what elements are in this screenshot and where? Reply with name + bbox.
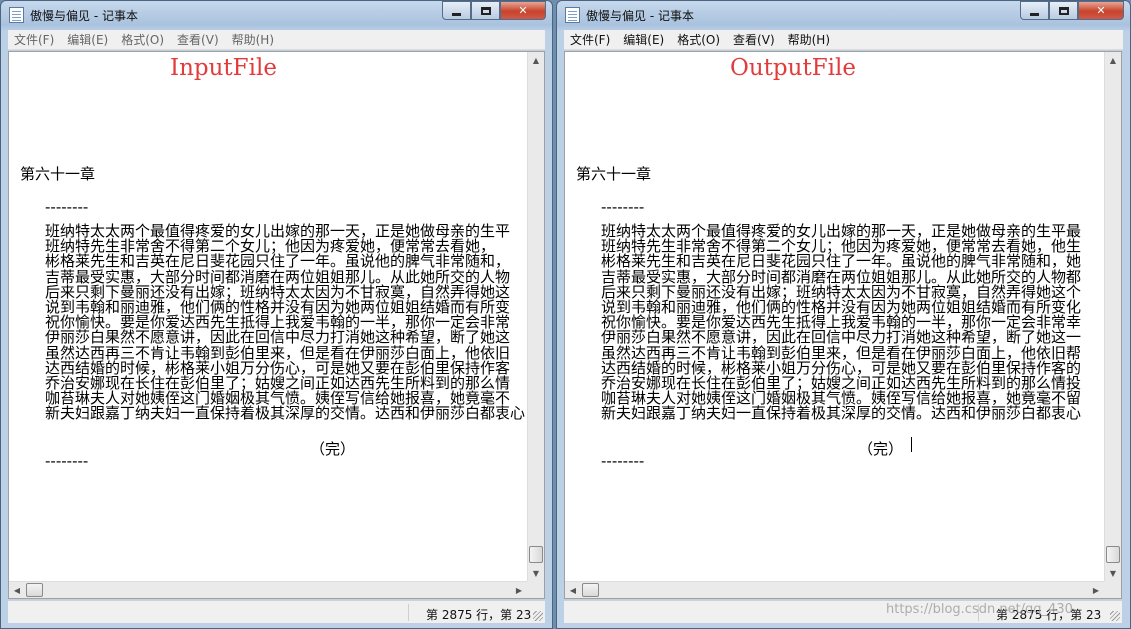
scroll-right-arrow-icon[interactable]: ▶	[511, 582, 527, 598]
paragraph-line: 新夫妇跟嘉丁纳夫妇一直保持着极其深厚的交情。达西和伊丽莎白都衷心	[45, 404, 526, 423]
scroll-corner	[1104, 581, 1121, 598]
rule-bottom: --------	[45, 452, 89, 470]
line-col-status: 第 2875 行，第 23	[426, 608, 532, 622]
input-file-label: InputFile	[170, 55, 277, 81]
title-bar[interactable]: 傲慢与偏见 - 记事本 ✕	[1, 1, 552, 29]
menu-edit[interactable]: 编辑(E)	[623, 31, 664, 48]
menu-bar: 文件(F) 编辑(E) 格式(O) 查看(V) 帮助(H)	[8, 30, 545, 50]
notepad-window-output: 傲慢与偏见 - 记事本 ✕ 文件(F) 编辑(E) 格式(O) 查看(V) 帮助…	[556, 0, 1131, 629]
window-controls: ✕	[442, 1, 546, 20]
scroll-right-arrow-icon[interactable]: ▶	[1088, 582, 1104, 598]
minimize-button[interactable]	[442, 1, 471, 20]
horizontal-scroll-thumb[interactable]	[26, 583, 43, 597]
horizontal-scrollbar[interactable]: ◀ ▶	[565, 581, 1104, 598]
status-separator	[978, 604, 979, 621]
status-separator	[408, 604, 409, 621]
menu-format[interactable]: 格式(O)	[677, 31, 720, 48]
rule-top: --------	[45, 198, 89, 216]
editor-area: OutputFile 第六十一章 -------- 班纳特太太两个最值得疼爱的女…	[564, 51, 1122, 599]
text-caret	[911, 437, 912, 452]
scroll-corner	[527, 581, 544, 598]
maximize-button[interactable]	[471, 1, 500, 20]
menu-view[interactable]: 查看(V)	[733, 31, 775, 48]
vertical-scrollbar[interactable]: ▲ ▼	[527, 52, 544, 581]
close-button[interactable]: ✕	[1078, 1, 1124, 20]
scroll-left-arrow-icon[interactable]: ◀	[9, 582, 25, 598]
rule-top: --------	[601, 198, 645, 216]
output-file-label: OutputFile	[730, 55, 856, 81]
status-bar: 第 2875 行，第 23	[564, 600, 1122, 623]
text-content[interactable]: OutputFile 第六十一章 -------- 班纳特太太两个最值得疼爱的女…	[565, 52, 1104, 581]
editor-area: InputFile 第六十一章 -------- 班纳特太太两个最值得疼爱的女儿…	[8, 51, 545, 599]
title-bar[interactable]: 傲慢与偏见 - 记事本 ✕	[557, 1, 1130, 29]
line-col-status: 第 2875 行，第 23	[996, 608, 1102, 622]
chapter-heading: 第六十一章	[576, 165, 652, 183]
menu-file[interactable]: 文件(F)	[14, 31, 54, 48]
end-mark: （完）	[858, 440, 904, 458]
maximize-button[interactable]	[1049, 1, 1078, 20]
chapter-heading: 第六十一章	[20, 165, 96, 183]
window-controls: ✕	[1020, 1, 1124, 20]
minimize-icon	[1030, 12, 1039, 16]
window-title: 傲慢与偏见 - 记事本	[30, 9, 138, 23]
menu-format[interactable]: 格式(O)	[121, 31, 164, 48]
vertical-scroll-thumb[interactable]	[529, 546, 543, 563]
scroll-up-arrow-icon[interactable]: ▲	[1105, 52, 1121, 68]
scroll-left-arrow-icon[interactable]: ◀	[565, 582, 581, 598]
status-bar: 第 2875 行，第 23	[8, 600, 545, 623]
menu-edit[interactable]: 编辑(E)	[67, 31, 108, 48]
text-content[interactable]: InputFile 第六十一章 -------- 班纳特太太两个最值得疼爱的女儿…	[9, 52, 527, 581]
vertical-scrollbar[interactable]: ▲ ▼	[1104, 52, 1121, 581]
menu-file[interactable]: 文件(F)	[570, 31, 610, 48]
horizontal-scroll-thumb[interactable]	[582, 583, 599, 597]
scroll-up-arrow-icon[interactable]: ▲	[528, 52, 544, 68]
menu-bar: 文件(F) 编辑(E) 格式(O) 查看(V) 帮助(H)	[564, 30, 1123, 50]
notepad-icon[interactable]	[565, 7, 580, 23]
notepad-window-input: 傲慢与偏见 - 记事本 ✕ 文件(F) 编辑(E) 格式(O) 查看(V) 帮助…	[0, 0, 553, 629]
maximize-icon	[1058, 6, 1069, 15]
maximize-icon	[480, 6, 491, 15]
minimize-button[interactable]	[1020, 1, 1049, 20]
close-icon: ✕	[518, 4, 528, 17]
resize-grip-icon[interactable]	[1110, 611, 1120, 621]
paragraph-line: 新夫妇跟嘉丁纳夫妇一直保持着极其深厚的交情。达西和伊丽莎白都衷心	[601, 404, 1082, 423]
scroll-down-arrow-icon[interactable]: ▼	[1105, 565, 1121, 581]
rule-bottom: --------	[601, 452, 645, 470]
menu-help[interactable]: 帮助(H)	[788, 31, 830, 48]
vertical-scroll-thumb[interactable]	[1106, 546, 1120, 563]
horizontal-scrollbar[interactable]: ◀ ▶	[9, 581, 527, 598]
notepad-icon[interactable]	[9, 7, 24, 23]
resize-grip-icon[interactable]	[533, 611, 543, 621]
window-title: 傲慢与偏见 - 记事本	[586, 9, 694, 23]
end-mark: （完）	[310, 440, 356, 458]
menu-view[interactable]: 查看(V)	[177, 31, 219, 48]
close-icon: ✕	[1096, 4, 1106, 17]
close-button[interactable]: ✕	[500, 1, 546, 20]
scroll-down-arrow-icon[interactable]: ▼	[528, 565, 544, 581]
minimize-icon	[452, 12, 461, 16]
menu-help[interactable]: 帮助(H)	[232, 31, 274, 48]
